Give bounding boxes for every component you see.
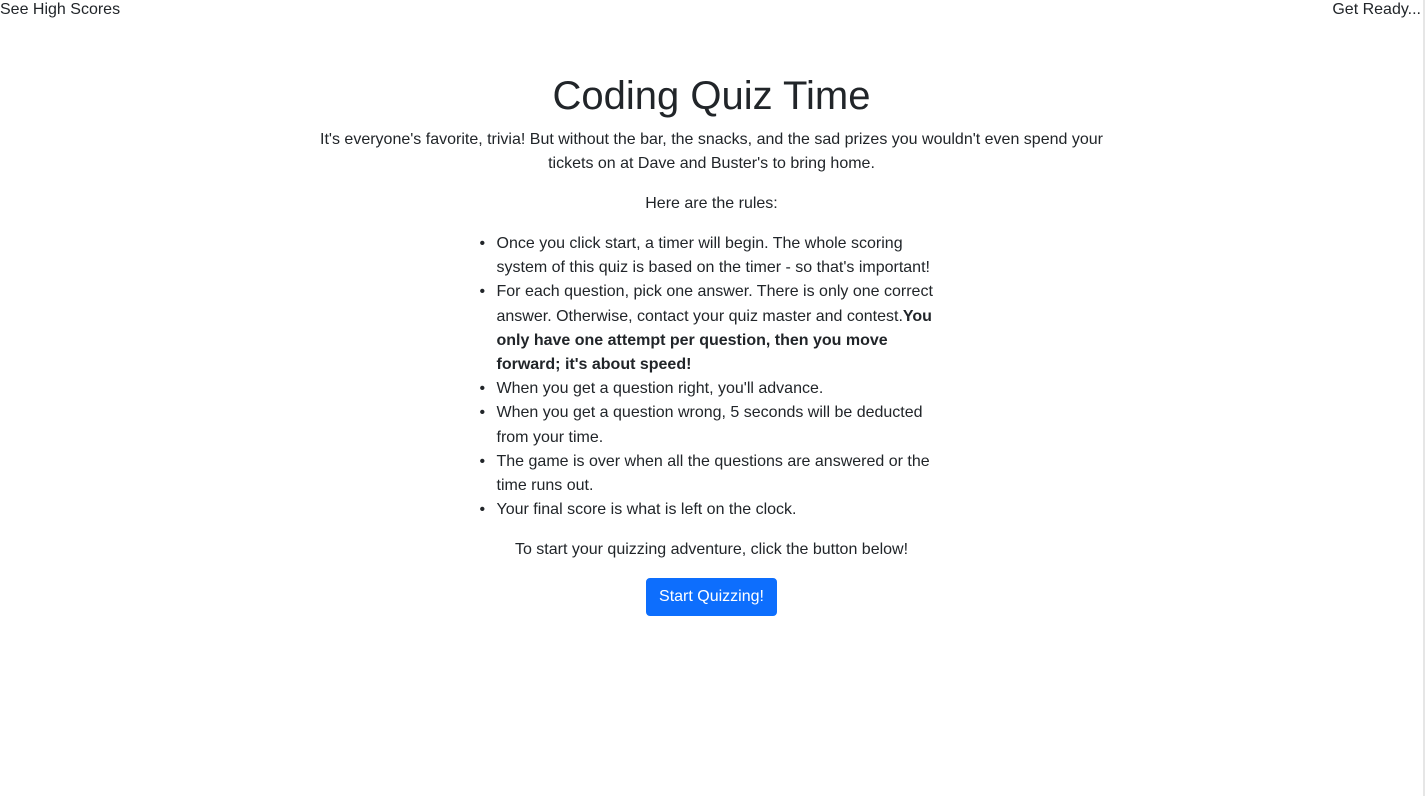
rule-item: The game is over when all the questions … — [477, 450, 947, 498]
start-instructions: To start your quizzing adventure, click … — [514, 541, 909, 559]
rule-text: The game is over when all the questions … — [496, 452, 930, 495]
rule-text: Your final score is what is left on the … — [496, 501, 797, 519]
rules-list: Once you click start, a timer will begin… — [477, 232, 947, 523]
rule-item: When you get a question right, you'll ad… — [477, 377, 947, 401]
timer-status: Get Ready... — [1332, 1, 1421, 18]
rule-text: When you get a question wrong, 5 seconds… — [496, 404, 923, 446]
rule-item: Once you click start, a timer will begin… — [477, 232, 947, 280]
rule-text: Once you click start, a timer will begin… — [496, 235, 930, 277]
rules-heading: Here are the rules: — [645, 195, 778, 212]
start-quiz-button[interactable]: Start Quizzing! — [646, 578, 777, 617]
rule-item: For each question, pick one answer. Ther… — [477, 280, 947, 377]
quiz-intro: Coding Quiz Time It's everyone's favorit… — [0, 72, 1423, 617]
intro-text: It's everyone's favorite, trivia! But wi… — [320, 131, 1103, 172]
rule-item: Your final score is what is left on the … — [477, 498, 947, 522]
top-bar: See High Scores Get Ready... — [0, 0, 1423, 20]
rule-text: For each question, pick one answer. Ther… — [496, 283, 933, 325]
see-high-scores-link[interactable]: See High Scores — [0, 0, 120, 20]
page-title: Coding Quiz Time — [552, 74, 871, 118]
rule-item: When you get a question wrong, 5 seconds… — [477, 401, 947, 449]
rule-text: When you get a question right, you'll ad… — [496, 380, 824, 398]
